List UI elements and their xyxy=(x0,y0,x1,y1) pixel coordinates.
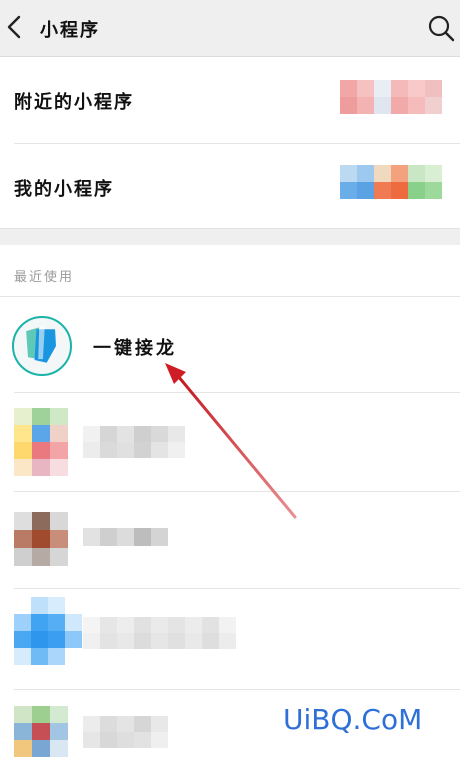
blurred-app-icon xyxy=(14,597,82,665)
recent-section-title: 最近使用 xyxy=(14,270,75,285)
my-miniprograms-label: 我的小程序 xyxy=(14,179,114,200)
watermark-text: UiBQ.CoM xyxy=(283,703,423,736)
blurred-app-name xyxy=(83,617,236,649)
chevron-left-icon[interactable] xyxy=(3,12,25,42)
blurred-app-name xyxy=(83,426,185,458)
blurred-app-icon xyxy=(14,408,68,476)
nearby-blurred-thumbnails xyxy=(340,80,442,114)
recent-app-row-blurred[interactable] xyxy=(0,393,460,491)
my-miniprograms-row[interactable]: 我的小程序 xyxy=(0,144,460,228)
section-gap xyxy=(0,228,460,245)
blurred-app-name xyxy=(83,528,168,546)
nearby-miniprograms-label: 附近的小程序 xyxy=(14,92,134,113)
recent-app-row-blurred[interactable] xyxy=(0,492,460,588)
page-title: 小程序 xyxy=(40,20,100,41)
blurred-app-icon xyxy=(14,706,68,757)
blurred-app-name xyxy=(83,716,168,748)
blurred-app-icon xyxy=(14,512,68,566)
app-logo-icon xyxy=(12,316,72,376)
nearby-miniprograms-row[interactable]: 附近的小程序 xyxy=(0,57,460,143)
search-icon[interactable] xyxy=(426,13,456,43)
header-bar: 小程序 xyxy=(0,0,460,57)
recent-app-row-blurred[interactable] xyxy=(0,589,460,689)
recent-app-name: 一键接龙 xyxy=(93,338,177,359)
my-blurred-thumbnails xyxy=(340,165,442,199)
